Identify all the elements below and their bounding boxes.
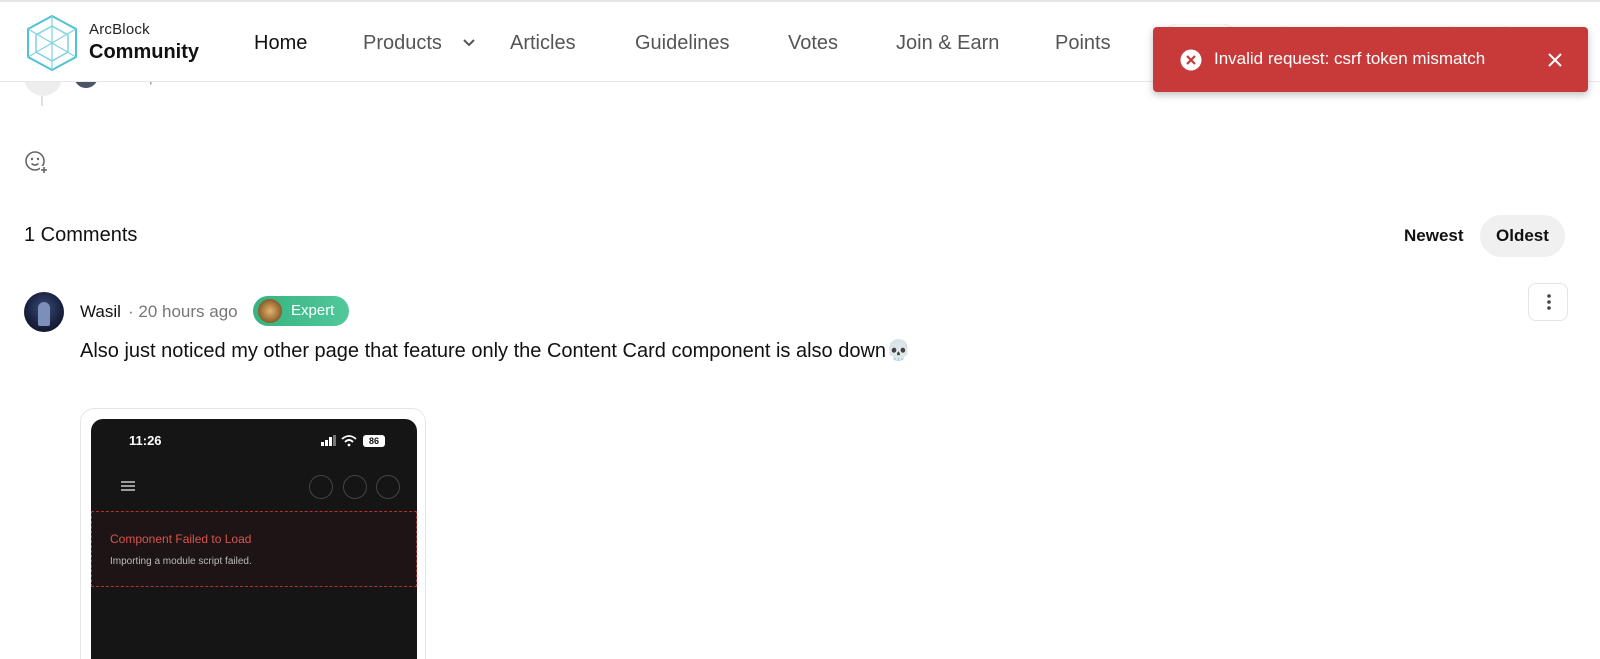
globe-icon bbox=[309, 475, 333, 499]
brand-bottom-text: Community bbox=[89, 41, 199, 63]
user-icon bbox=[376, 475, 400, 499]
comment-image-attachment[interactable]: 11:26 86 Component Failed to Load Import… bbox=[80, 408, 426, 659]
error-circle-icon bbox=[1180, 49, 1202, 71]
brand-name[interactable]: ArcBlock Community bbox=[89, 22, 199, 62]
close-icon[interactable] bbox=[1541, 46, 1569, 74]
badge-emblem-icon bbox=[258, 299, 282, 323]
nav-articles[interactable]: Articles bbox=[510, 32, 576, 55]
error-toast: Invalid request: csrf token mismatch bbox=[1153, 27, 1588, 92]
comment-body: Also just noticed my other page that fea… bbox=[80, 340, 911, 362]
avatar[interactable] bbox=[24, 292, 64, 332]
error-message: Importing a module script failed. bbox=[110, 556, 252, 567]
chevron-down-icon[interactable] bbox=[462, 36, 476, 50]
sort-newest-button[interactable]: Newest bbox=[1392, 216, 1476, 256]
comment-author[interactable]: Wasil bbox=[80, 302, 121, 322]
nav-points[interactable]: Points bbox=[1055, 32, 1111, 55]
avatar-figure bbox=[38, 302, 50, 326]
comment-more-button[interactable] bbox=[1528, 283, 1568, 321]
add-reaction-icon[interactable] bbox=[24, 150, 48, 174]
comment-timestamp: · 20 hours ago bbox=[128, 302, 238, 321]
expert-badge: Expert bbox=[253, 296, 349, 326]
brand-top-text: ArcBlock bbox=[89, 21, 150, 38]
error-panel: Component Failed to Load Importing a mod… bbox=[91, 511, 417, 587]
comments-count: 1 Comments bbox=[24, 224, 138, 246]
toast-message: Invalid request: csrf token mismatch bbox=[1214, 49, 1486, 68]
sun-icon bbox=[343, 475, 367, 499]
nav-join-earn[interactable]: Join & Earn bbox=[896, 32, 999, 55]
timeline-line bbox=[41, 96, 43, 106]
phone-time: 11:26 bbox=[129, 433, 162, 448]
nav-home[interactable]: Home bbox=[254, 32, 307, 55]
sort-oldest-button[interactable]: Oldest bbox=[1480, 215, 1565, 257]
error-title: Component Failed to Load bbox=[110, 532, 252, 546]
badge-label: Expert bbox=[291, 302, 335, 319]
phone-battery: 86 bbox=[363, 435, 385, 447]
signal-wifi-icon bbox=[321, 435, 357, 447]
more-vertical-icon bbox=[1547, 294, 1551, 310]
nav-products[interactable]: Products bbox=[363, 32, 442, 55]
nav-votes[interactable]: Votes bbox=[788, 32, 838, 55]
arcblock-logo-icon[interactable] bbox=[26, 14, 78, 72]
nav-guidelines[interactable]: Guidelines bbox=[635, 32, 730, 55]
phone-screenshot: 11:26 86 Component Failed to Load Import… bbox=[91, 419, 417, 659]
hamburger-menu-icon bbox=[121, 481, 135, 491]
